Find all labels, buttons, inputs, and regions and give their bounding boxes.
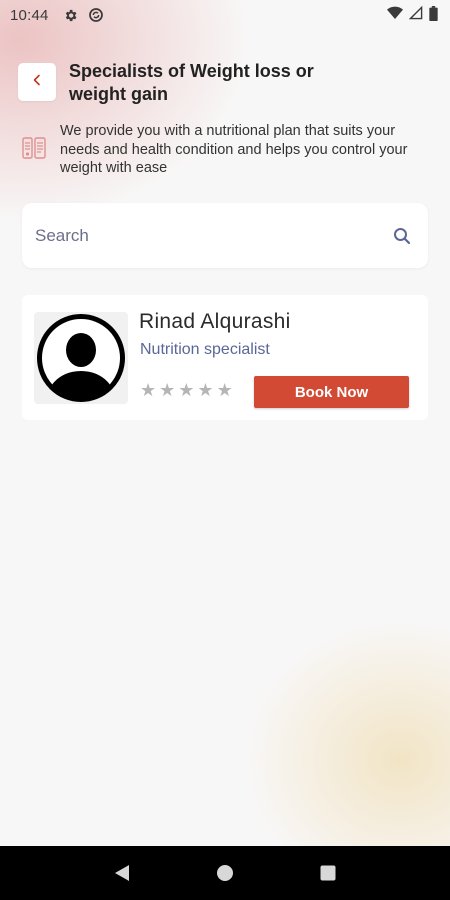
- chevron-left-icon: [31, 73, 43, 91]
- info-section: We provide you with a nutritional plan t…: [20, 122, 430, 178]
- star-icon: ★: [216, 380, 233, 400]
- info-text: We provide you with a nutritional plan t…: [60, 123, 408, 176]
- home-circle-icon[interactable]: [205, 853, 245, 893]
- system-nav-bar: [0, 846, 450, 900]
- recents-square-icon[interactable]: [308, 853, 348, 893]
- star-icon: ★: [178, 380, 195, 400]
- user-avatar-icon: [37, 314, 125, 402]
- sync-icon: [88, 7, 104, 23]
- nutrition-plan-icon: [20, 134, 48, 162]
- specialist-name: Rinad Alqurashi: [139, 310, 291, 333]
- search-icon[interactable]: [392, 226, 412, 246]
- status-time: 10:44: [10, 6, 49, 24]
- gear-icon: [63, 8, 78, 23]
- book-now-button[interactable]: Book Now: [254, 376, 409, 408]
- rating-stars: ★ ★ ★ ★ ★: [140, 381, 233, 399]
- search-bar: [22, 203, 428, 268]
- wifi-icon: [387, 6, 403, 24]
- star-icon: ★: [140, 380, 157, 400]
- back-button[interactable]: [18, 63, 56, 101]
- back-triangle-icon[interactable]: [102, 853, 142, 893]
- specialist-role: Nutrition specialist: [140, 341, 270, 358]
- status-bar: 10:44: [0, 0, 450, 30]
- battery-icon: [429, 5, 438, 25]
- search-input[interactable]: [35, 225, 392, 246]
- avatar: [34, 312, 128, 404]
- specialist-card[interactable]: Rinad Alqurashi Nutrition specialist ★ ★…: [22, 295, 428, 420]
- star-icon: ★: [159, 380, 176, 400]
- signal-icon: [408, 5, 423, 24]
- star-icon: ★: [197, 380, 214, 400]
- page-title: Specialists of Weight loss or weight gai…: [69, 61, 314, 104]
